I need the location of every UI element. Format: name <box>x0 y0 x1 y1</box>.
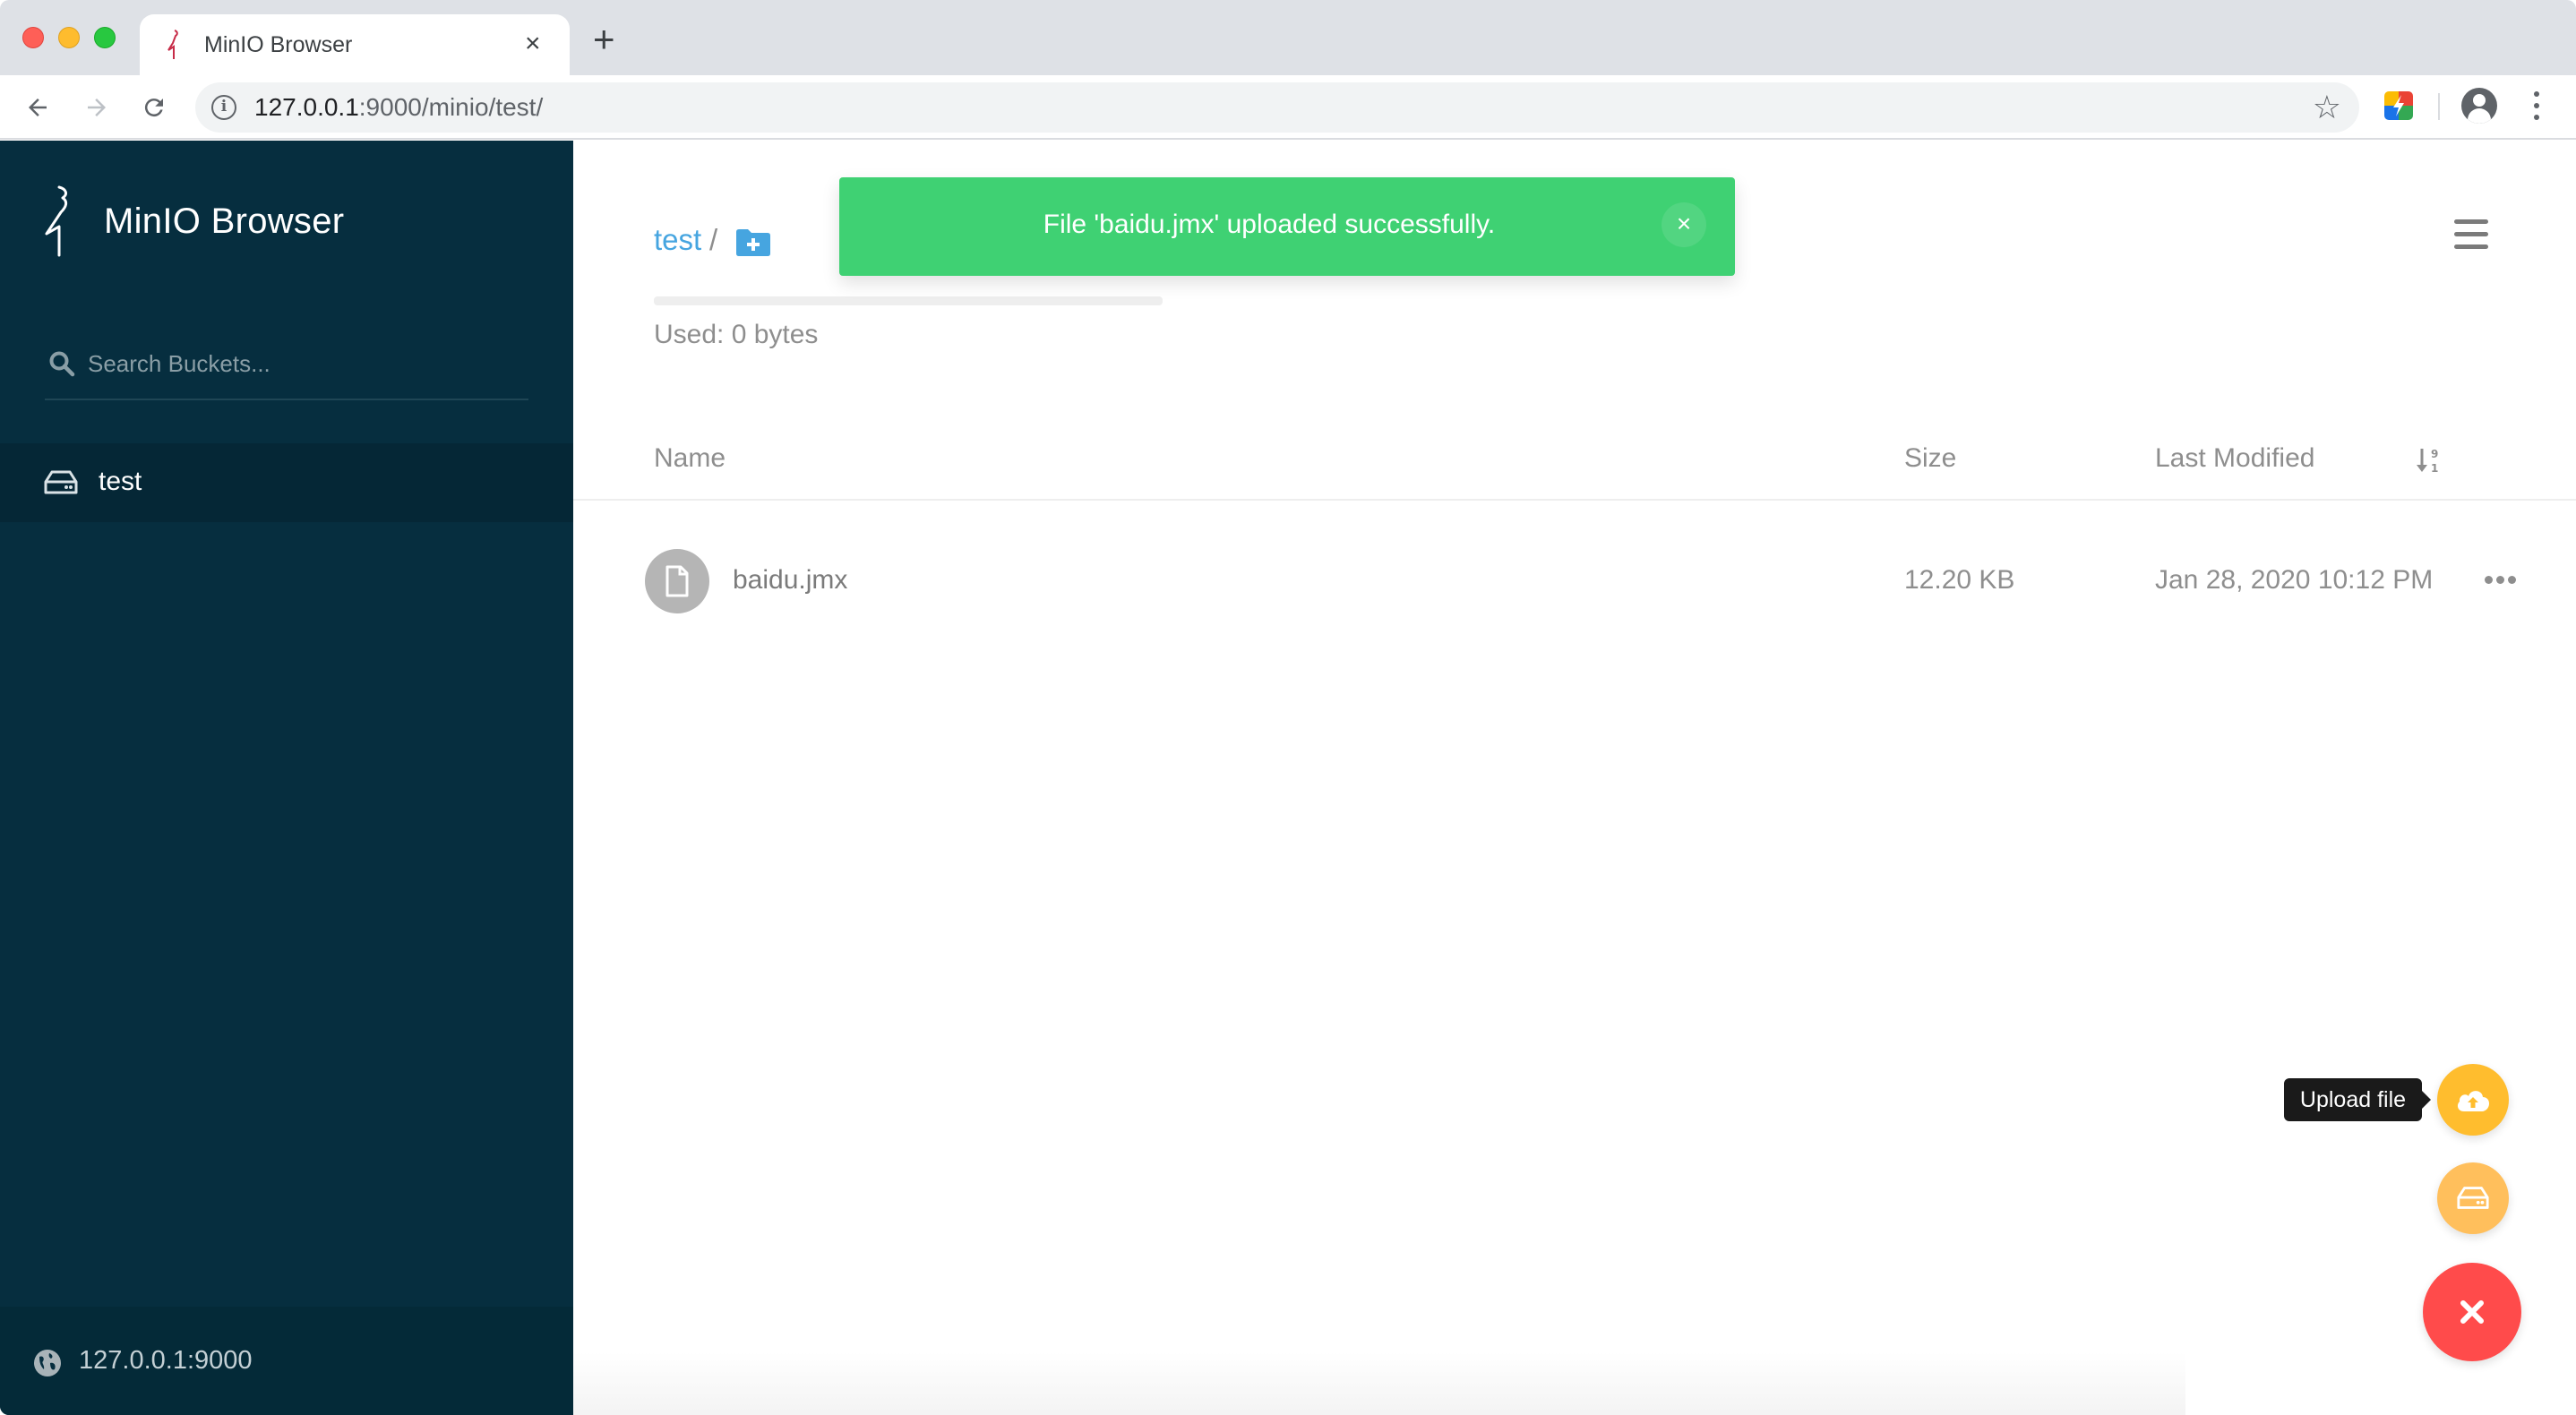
file-last-modified: Jan 28, 2020 10:12 PM <box>2155 565 2434 595</box>
toast-message: File 'baidu.jmx' uploaded successfully. <box>1043 210 1496 239</box>
minio-logo-icon <box>45 185 68 257</box>
browser-tab[interactable]: MinIO Browser × <box>140 14 570 75</box>
reload-icon <box>144 99 163 117</box>
upload-success-toast: File 'baidu.jmx' uploaded successfully. … <box>839 177 1735 276</box>
file-actions-more-icon[interactable] <box>2485 574 2517 587</box>
bucket-label: test <box>99 467 142 496</box>
tab-close-button[interactable]: × <box>525 29 541 59</box>
window-close-button[interactable] <box>22 27 44 48</box>
toast-close-button[interactable]: × <box>1662 202 1706 247</box>
minio-favicon-icon <box>167 30 178 59</box>
svg-text:1: 1 <box>2431 462 2438 475</box>
upload-file-button[interactable] <box>2437 1064 2509 1136</box>
column-header-name[interactable]: Name <box>654 443 726 474</box>
bookmark-star-icon[interactable]: ☆ <box>2313 90 2341 125</box>
browser-window: MinIO Browser × + i 127.0.0.1:9000/minio… <box>0 0 2576 1415</box>
tab-strip: MinIO Browser × + <box>0 0 2576 75</box>
bucket-drive-icon <box>44 470 78 494</box>
bucket-drive-icon <box>2457 1187 2489 1209</box>
file-name[interactable]: baidu.jmx <box>733 565 847 596</box>
close-fab-menu-button[interactable] <box>2423 1263 2521 1361</box>
cloud-upload-icon <box>2457 1091 2490 1111</box>
svg-text:9: 9 <box>2431 448 2438 460</box>
url-text[interactable]: 127.0.0.1:9000/minio/test/ <box>254 93 543 122</box>
reload-button[interactable] <box>134 88 174 127</box>
sidebar-item-bucket[interactable]: test <box>0 443 573 522</box>
forward-arrow-icon <box>88 99 106 116</box>
sidebar-footer: 127.0.0.1:9000 <box>0 1307 573 1415</box>
brand-title: MinIO Browser <box>104 202 345 241</box>
upload-file-tooltip: Upload file <box>2284 1078 2431 1121</box>
breadcrumb-bucket[interactable]: test <box>654 223 701 257</box>
kebab-menu-icon[interactable] <box>2528 88 2546 124</box>
breadcrumb-separator: / <box>709 223 718 256</box>
forward-button[interactable] <box>77 88 116 127</box>
extension-icon[interactable] <box>2384 91 2413 120</box>
toolbar-divider <box>2438 93 2440 120</box>
table-header: Name Size Last Modified 9 1 <box>573 427 2576 501</box>
close-icon <box>2460 1300 2484 1324</box>
hamburger-menu-button[interactable] <box>2454 219 2488 250</box>
column-header-size[interactable]: Size <box>1904 443 1956 474</box>
back-arrow-icon <box>29 99 47 116</box>
sidebar: MinIO Browser test 127.0.0.1:9000 <box>0 141 573 1415</box>
search-icon <box>49 351 75 377</box>
table-row[interactable]: baidu.jmx 12.20 KB Jan 28, 2020 10:12 PM <box>573 502 2576 662</box>
bottom-shade <box>573 1352 2185 1415</box>
sort-numeric-icon[interactable]: 9 1 <box>2415 445 2442 476</box>
bucket-search <box>45 330 528 400</box>
tab-title: MinIO Browser <box>204 32 353 57</box>
window-minimize-button[interactable] <box>58 27 80 48</box>
new-tab-button[interactable]: + <box>593 21 615 58</box>
file-type-icon[interactable] <box>645 549 709 613</box>
main-content: test / Used: 0 bytes Name Size Last Modi… <box>573 141 2576 1415</box>
file-size: 12.20 KB <box>1904 565 2015 595</box>
server-host: 127.0.0.1:9000 <box>79 1346 253 1375</box>
browser-toolbar: i 127.0.0.1:9000/minio/test/ ☆ <box>0 75 2576 140</box>
search-buckets-input[interactable] <box>88 343 518 384</box>
info-icon[interactable]: i <box>211 95 236 120</box>
usage-text: Used: 0 bytes <box>654 320 819 349</box>
window-zoom-button[interactable] <box>94 27 116 48</box>
globe-icon <box>34 1350 61 1376</box>
usage-progress-bar <box>654 296 1163 305</box>
create-bucket-button[interactable] <box>2437 1162 2509 1234</box>
profile-icon[interactable] <box>2461 88 2497 124</box>
new-folder-icon[interactable] <box>734 228 772 257</box>
address-bar[interactable]: i 127.0.0.1:9000/minio/test/ ☆ <box>195 82 2359 133</box>
back-button[interactable] <box>18 88 57 127</box>
column-header-last-modified[interactable]: Last Modified <box>2155 443 2314 474</box>
